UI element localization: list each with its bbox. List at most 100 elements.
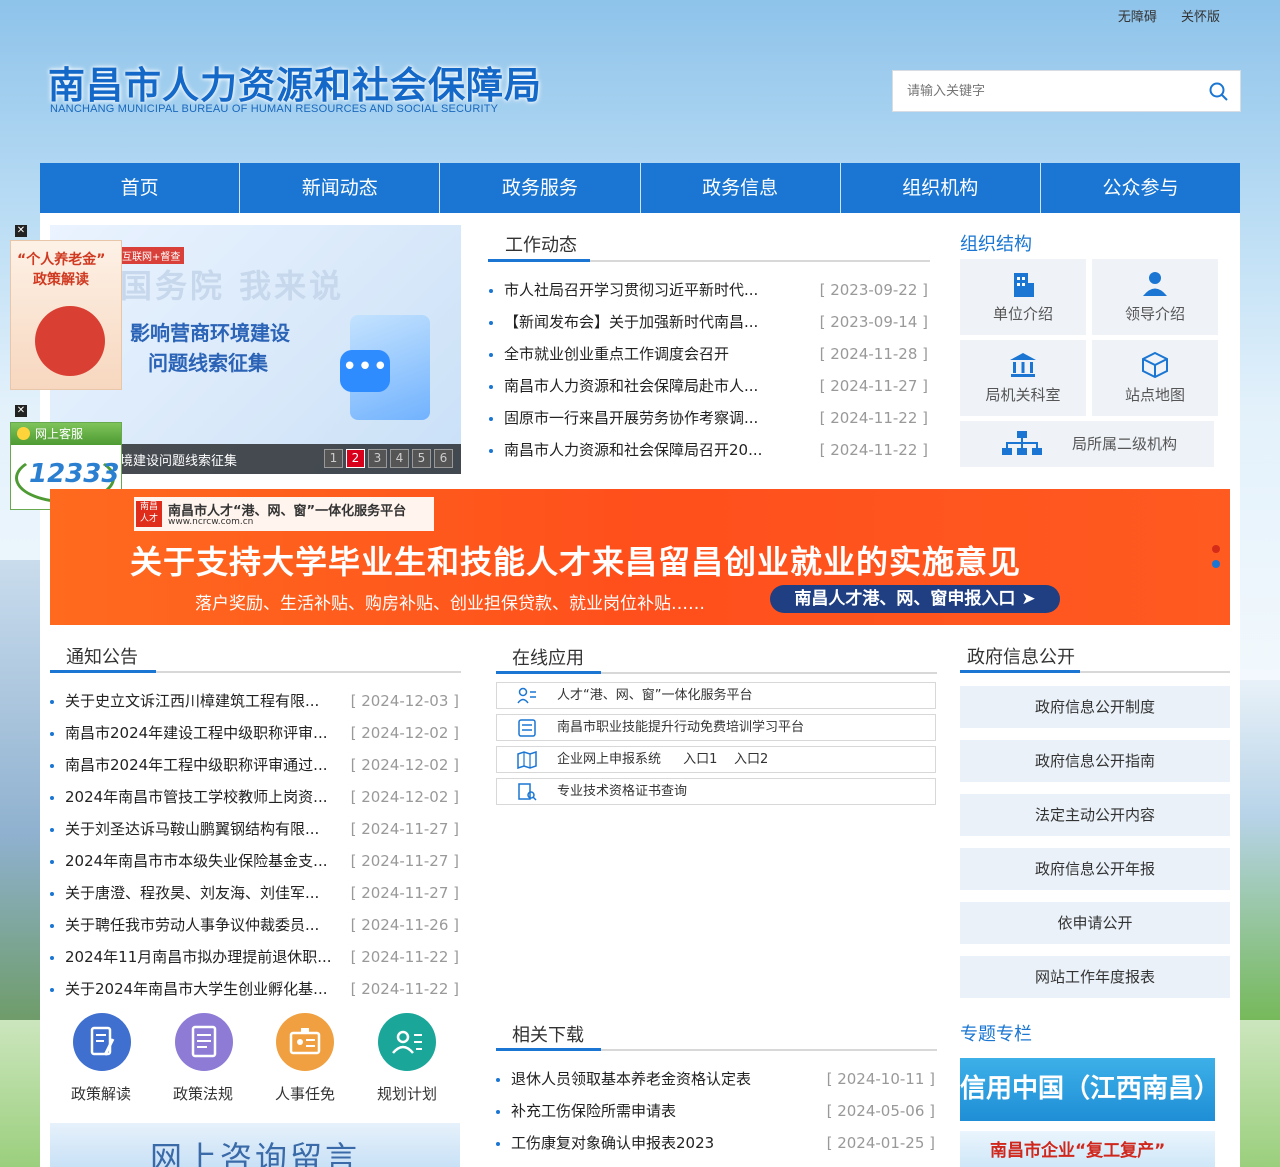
gov-info-guide-button[interactable]: 政府信息公开指南 xyxy=(960,740,1230,782)
notice-link[interactable]: 南昌市2024年工程中级职称评审通过... xyxy=(65,756,327,774)
banner-dot[interactable] xyxy=(1212,560,1220,568)
list-item[interactable]: 2024年南昌市市本级失业保险基金支... [ 2024-11-27 ] xyxy=(49,845,459,877)
gov-info-statutory-button[interactable]: 法定主动公开内容 xyxy=(960,794,1230,836)
map-icon xyxy=(517,751,537,769)
notice-link[interactable]: 关于聘任我市劳动人事争议仲裁委员... xyxy=(65,916,319,934)
notice-link[interactable]: 关于刘圣达诉马鞍山鹏翼钢结构有限... xyxy=(65,820,319,838)
slider-page-2[interactable]: 2 xyxy=(346,449,365,468)
org-tile-subordinate[interactable]: 局所属二级机构 xyxy=(960,421,1214,467)
search-input[interactable] xyxy=(893,71,1183,111)
list-item[interactable]: 关于唐澄、程孜昊、刘友海、刘佳军... [ 2024-11-27 ] xyxy=(49,877,459,909)
list-item[interactable]: 【新闻发布会】关于加强新时代南昌... [ 2023-09-14 ] xyxy=(488,306,928,338)
app-certificate-query[interactable]: 专业技术资格证书查询 xyxy=(496,778,936,805)
credit-china-banner[interactable]: 信用中国（江西南昌） xyxy=(960,1058,1215,1121)
list-item[interactable]: 南昌市2024年建设工程中级职称评审... [ 2024-12-02 ] xyxy=(49,717,459,749)
list-item[interactable]: 关于史立文诉江西川樟建筑工程有限... [ 2024-12-03 ] xyxy=(49,685,459,717)
gov-info-annual-report-button[interactable]: 政府信息公开年报 xyxy=(960,848,1230,890)
org-structure-title[interactable]: 组织结构 xyxy=(960,230,1032,256)
top-links: 无障碍 关怀版 xyxy=(1098,6,1220,25)
list-item[interactable]: 2024年南昌市管技工学校教师上岗资... [ 2024-12-02 ] xyxy=(49,781,459,813)
pension-policy-floater[interactable]: “个人养老金” 政策解读 xyxy=(10,240,122,390)
download-link[interactable]: 工伤康复对象确认申报表2023 xyxy=(511,1134,714,1152)
notice-link[interactable]: 南昌市2024年建设工程中级职称评审... xyxy=(65,724,327,742)
app-entry-links[interactable]: 入口1 入口2 xyxy=(683,752,768,767)
news-date: [ 2024-11-27 ] xyxy=(819,377,928,395)
notice-link[interactable]: 关于2024年南昌市大学生创业孵化基... xyxy=(65,980,327,998)
app-skills-training[interactable]: 南昌市职业技能提升行动免费培训学习平台 xyxy=(496,714,936,741)
gov-info-application-button[interactable]: 依申请公开 xyxy=(960,902,1230,944)
banner-entry-button[interactable]: 南昌人才港、网、窗申报入口 ➤ xyxy=(770,585,1060,613)
list-item[interactable]: 退休人员领取基本养老金资格认定表 [ 2024-10-11 ] xyxy=(495,1063,935,1095)
notice-link[interactable]: 2024年11月南昌市拟办理提前退休职... xyxy=(65,948,332,966)
app-enterprise-declaration[interactable]: 企业网上申报系统 入口1 入口2 xyxy=(496,746,936,773)
org-tile-departments[interactable]: 局机关科室 xyxy=(960,340,1086,416)
slider-page-6[interactable]: 6 xyxy=(434,449,453,468)
search-icon[interactable] xyxy=(1208,81,1230,103)
personnel-appointment-icon[interactable] xyxy=(276,1013,334,1071)
list-item[interactable]: 关于2024年南昌市大学生创业孵化基... [ 2024-11-22 ] xyxy=(49,973,459,1005)
nav-news[interactable]: 新闻动态 xyxy=(240,163,441,213)
nav-home[interactable]: 首页 xyxy=(40,163,241,213)
notice-link[interactable]: 2024年南昌市管技工学校教师上岗资... xyxy=(65,788,327,806)
notice-date: [ 2024-11-27 ] xyxy=(350,852,459,870)
site-logo-subtitle: NANCHANG MUNICIPAL BUREAU OF HUMAN RESOU… xyxy=(50,103,499,115)
building-icon xyxy=(1014,273,1034,297)
nav-gov-service[interactable]: 政务服务 xyxy=(440,163,641,213)
planning-icon[interactable] xyxy=(378,1013,436,1071)
download-link[interactable]: 补充工伤保险所需申请表 xyxy=(511,1102,676,1120)
policy-regulation-icon[interactable] xyxy=(175,1013,233,1071)
nav-gov-info[interactable]: 政务信息 xyxy=(641,163,841,213)
list-item[interactable]: 2024年11月南昌市拟办理提前退休职... [ 2024-11-22 ] xyxy=(49,941,459,973)
list-item[interactable]: 关于刘圣达诉马鞍山鹏翼钢结构有限... [ 2024-11-27 ] xyxy=(49,813,459,845)
slider-page-5[interactable]: 5 xyxy=(412,449,431,468)
news-link[interactable]: 【新闻发布会】关于加强新时代南昌... xyxy=(504,313,758,331)
list-item[interactable]: 关于聘任我市劳动人事争议仲裁委员... [ 2024-11-26 ] xyxy=(49,909,459,941)
news-link[interactable]: 固原市一行来昌开展劳务协作考察调... xyxy=(504,409,758,427)
list-item[interactable]: 补充工伤保险所需申请表 [ 2024-05-06 ] xyxy=(495,1095,935,1127)
close-icon[interactable]: ✕ xyxy=(15,225,27,237)
org-tile-leaders[interactable]: 领导介绍 xyxy=(1092,259,1218,335)
quick-link-label[interactable]: 政策法规 xyxy=(158,1083,248,1104)
news-link[interactable]: 南昌市人力资源和社会保障局召开20... xyxy=(504,441,762,459)
accessibility-link[interactable]: 无障碍 xyxy=(1118,10,1157,25)
download-link[interactable]: 退休人员领取基本养老金资格认定表 xyxy=(511,1070,751,1088)
talent-policy-banner[interactable]: 南昌人才 南昌市人才“港、网、窗”一体化服务平台 www.ncrcw.com.c… xyxy=(50,489,1230,625)
news-link[interactable]: 市人社局召开学习贯彻习近平新时代... xyxy=(504,281,758,299)
org-tile-unit-intro[interactable]: 单位介绍 xyxy=(960,259,1086,335)
app-talent-platform[interactable]: 人才“港、网、窗”一体化服务平台 xyxy=(496,682,936,709)
notice-link[interactable]: 关于史立文诉江西川樟建筑工程有限... xyxy=(65,692,319,710)
slider-page-1[interactable]: 1 xyxy=(324,449,343,468)
nav-public-participation[interactable]: 公众参与 xyxy=(1041,163,1240,213)
quick-link-label[interactable]: 人事任免 xyxy=(260,1083,350,1104)
banner-dot[interactable] xyxy=(1212,545,1220,553)
gov-info-system-button[interactable]: 政府信息公开制度 xyxy=(960,686,1230,728)
news-link[interactable]: 全市就业创业重点工作调度会召开 xyxy=(504,345,729,363)
notice-link[interactable]: 关于唐澄、程孜昊、刘友海、刘佳军... xyxy=(65,884,319,902)
slider-page-3[interactable]: 3 xyxy=(368,449,387,468)
list-item[interactable]: 市人社局召开学习贯彻习近平新时代... [ 2023-09-22 ] xyxy=(488,274,928,306)
org-tile-sitemap[interactable]: 站点地图 xyxy=(1092,340,1218,416)
consultation-text: 网上咨询留言 xyxy=(150,1139,361,1167)
gov-info-site-report-button[interactable]: 网站工作年度报表 xyxy=(960,956,1230,998)
close-icon[interactable]: ✕ xyxy=(15,405,27,417)
elderly-mode-link[interactable]: 关怀版 xyxy=(1181,10,1220,25)
online-consultation-banner[interactable]: 网上咨询留言 xyxy=(50,1123,460,1167)
slider-page-4[interactable]: 4 xyxy=(390,449,409,468)
pension-floater-line1: “个人养老金” xyxy=(17,252,106,268)
news-link[interactable]: 南昌市人力资源和社会保障局赴市人... xyxy=(504,377,758,395)
quick-link-label[interactable]: 规划计划 xyxy=(362,1083,452,1104)
list-item[interactable]: 南昌市人力资源和社会保障局赴市人... [ 2024-11-27 ] xyxy=(488,370,928,402)
list-item[interactable]: 南昌市2024年工程中级职称评审通过... [ 2024-12-02 ] xyxy=(49,749,459,781)
notice-link[interactable]: 2024年南昌市市本级失业保险基金支... xyxy=(65,852,327,870)
list-item[interactable]: 工伤康复对象确认申报表2023 [ 2024-01-25 ] xyxy=(495,1127,935,1159)
list-item[interactable]: 南昌市人力资源和社会保障局召开20... [ 2024-11-22 ] xyxy=(488,434,928,466)
special-column-title[interactable]: 专题专栏 xyxy=(960,1020,1032,1046)
list-item[interactable]: 固原市一行来昌开展劳务协作考察调... [ 2024-11-22 ] xyxy=(488,402,928,434)
resume-work-banner[interactable]: 南昌市企业“复工复产” xyxy=(960,1131,1215,1167)
site-logo-title[interactable]: 南昌市人力资源和社会保障局 xyxy=(48,55,542,109)
quick-link-label[interactable]: 政策解读 xyxy=(56,1083,146,1104)
policy-interpretation-icon[interactable] xyxy=(73,1013,131,1071)
banner-logo: 南昌人才 xyxy=(136,501,162,527)
nav-organization[interactable]: 组织机构 xyxy=(841,163,1041,213)
list-item[interactable]: 全市就业创业重点工作调度会召开 [ 2024-11-28 ] xyxy=(488,338,928,370)
